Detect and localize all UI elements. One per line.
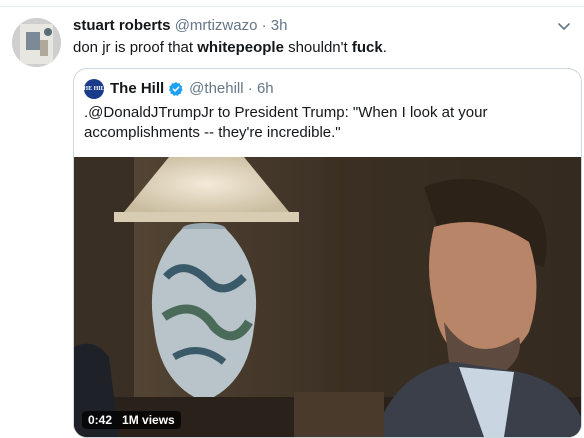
quoted-time[interactable]: 6h — [257, 79, 274, 99]
avatar[interactable] — [12, 18, 61, 67]
video-duration: 0:42 — [88, 413, 113, 427]
quoted-tweet[interactable]: THE HILL The Hill @thehill · 6h .@Donald… — [73, 68, 582, 438]
tweet-text: don jr is proof that whitepeople shouldn… — [73, 39, 387, 56]
quoted-author-name[interactable]: The Hill — [110, 79, 164, 99]
quoted-text: .@DonaldJTrumpJr to President Trump: "Wh… — [84, 104, 488, 141]
video-views: 1M views — [122, 413, 175, 427]
video-stats-badge: 0:42 1M views — [82, 411, 181, 429]
tweet[interactable]: stuart roberts @mrtizwazo · 3h don jr is… — [0, 0, 584, 438]
quoted-author-handle[interactable]: @thehill — [189, 79, 243, 99]
verified-badge-icon — [169, 82, 183, 96]
divider — [0, 0, 584, 7]
the-hill-logo[interactable]: THE HILL — [79, 79, 109, 99]
tweet-header: stuart roberts @mrtizwazo · 3h — [73, 17, 288, 34]
video-thumbnail — [74, 157, 581, 437]
quoted-header: THE HILL The Hill @thehill · 6h — [79, 79, 274, 99]
video-player[interactable]: 0:42 1M views — [74, 157, 581, 437]
tweet-time[interactable]: 3h — [271, 17, 288, 34]
chevron-down-icon[interactable] — [556, 18, 572, 34]
author-handle[interactable]: @mrtizwazo — [175, 17, 258, 34]
author-name[interactable]: stuart roberts — [73, 17, 171, 34]
